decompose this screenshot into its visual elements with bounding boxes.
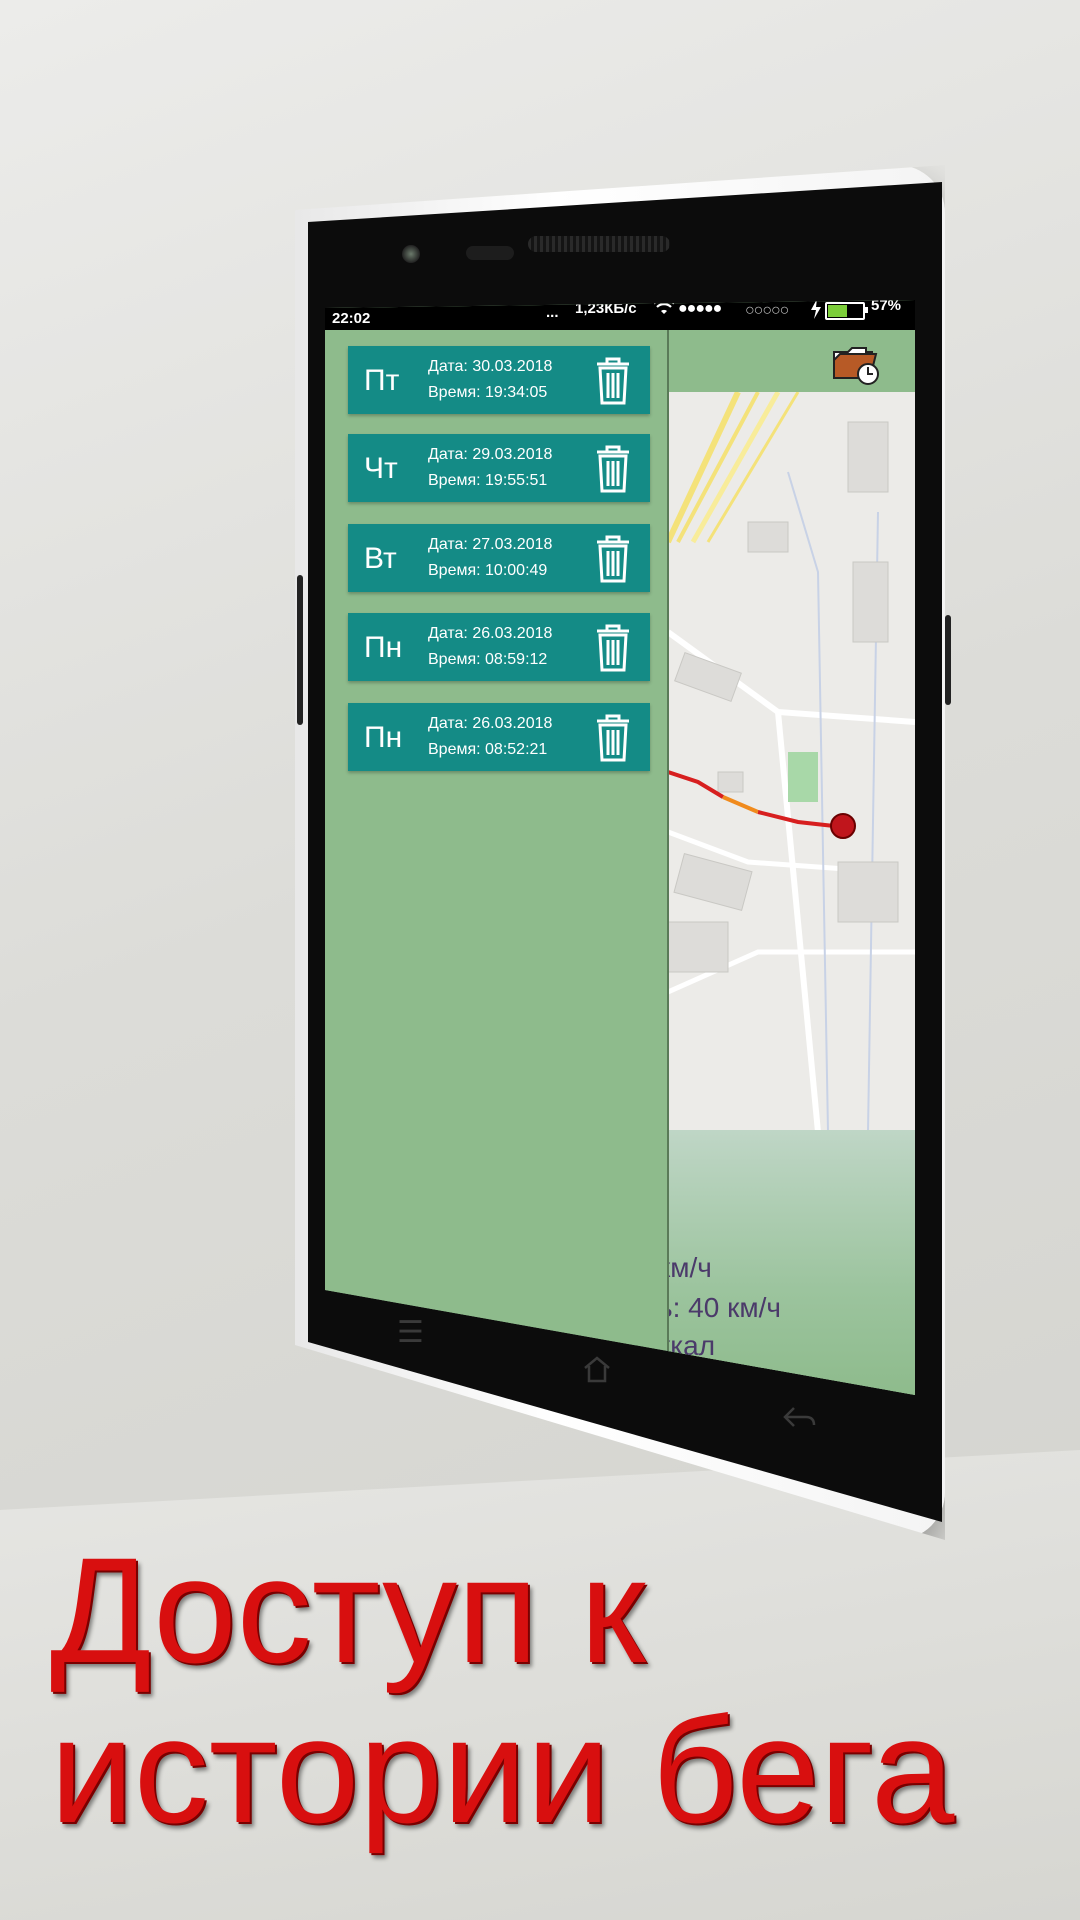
signal-strength-sim2: ○○○○○ [745,302,789,319]
caption-line-1: Доступ к [50,1526,646,1694]
trash-icon[interactable] [593,444,633,494]
run-stats-panel: км/ч ь: 40 км/ч ккал [658,1130,915,1395]
history-time: Время: 10:00:49 [428,562,548,579]
route-map[interactable] [668,392,915,1132]
trash-icon[interactable] [593,623,633,673]
history-time: Время: 19:55:51 [428,472,548,489]
max-speed-label: ь: 40 км/ч [658,1292,781,1323]
history-day: Вт [364,542,397,575]
battery-percent: 57% [871,300,902,314]
history-day: Пн [364,631,403,664]
history-item[interactable]: Пн Дата: 26.03.2018 Время: 08:59:12 [348,613,650,681]
charging-bolt-icon [810,300,822,323]
status-overflow-dots: ... [546,304,559,321]
history-day: Пт [364,364,400,397]
status-time: 22:02 [332,310,371,327]
caption-line-2: истории бега [50,1686,955,1854]
trash-icon[interactable] [593,713,633,763]
menu-icon[interactable]: ☰ [397,1315,424,1350]
history-time: Время: 08:59:12 [428,651,548,668]
home-icon[interactable] [582,1355,612,1391]
earpiece-speaker [528,236,670,252]
history-item[interactable]: Вт Дата: 27.03.2018 Время: 10:00:49 [348,524,650,592]
front-camera-icon [402,245,420,263]
history-date: Дата: 29.03.2018 [428,446,553,463]
history-date: Дата: 27.03.2018 [428,536,553,553]
history-date: Дата: 26.03.2018 [428,625,553,642]
power-button [945,615,951,705]
back-icon[interactable] [782,1405,816,1439]
map-toolbar [668,330,915,392]
phone-screen: 22:02 ... 1,23КБ/с ●●●●● ○○○○○ 57% км/ч … [325,300,915,1395]
history-drawer: Пт Дата: 30.03.2018 Время: 19:34:05 Чт Д… [325,330,669,1395]
history-item[interactable]: Чт Дата: 29.03.2018 Время: 19:55:51 [348,434,650,502]
history-item[interactable]: Пт Дата: 30.03.2018 Время: 19:34:05 [348,346,650,414]
history-day: Чт [364,452,398,485]
trash-icon[interactable] [593,534,633,584]
history-time: Время: 19:34:05 [428,384,548,401]
volume-button [297,575,303,725]
history-day: Пн [364,721,403,754]
trash-icon[interactable] [593,356,633,406]
history-date: Дата: 26.03.2018 [428,715,553,732]
proximity-sensor [466,246,514,260]
history-date: Дата: 30.03.2018 [428,358,553,375]
history-item[interactable]: Пн Дата: 26.03.2018 Время: 08:52:21 [348,703,650,771]
history-folder-icon[interactable] [832,342,880,386]
map-panel: км/ч ь: 40 км/ч ккал [658,330,915,1395]
history-time: Время: 08:52:21 [428,741,548,758]
battery-icon [825,302,868,320]
